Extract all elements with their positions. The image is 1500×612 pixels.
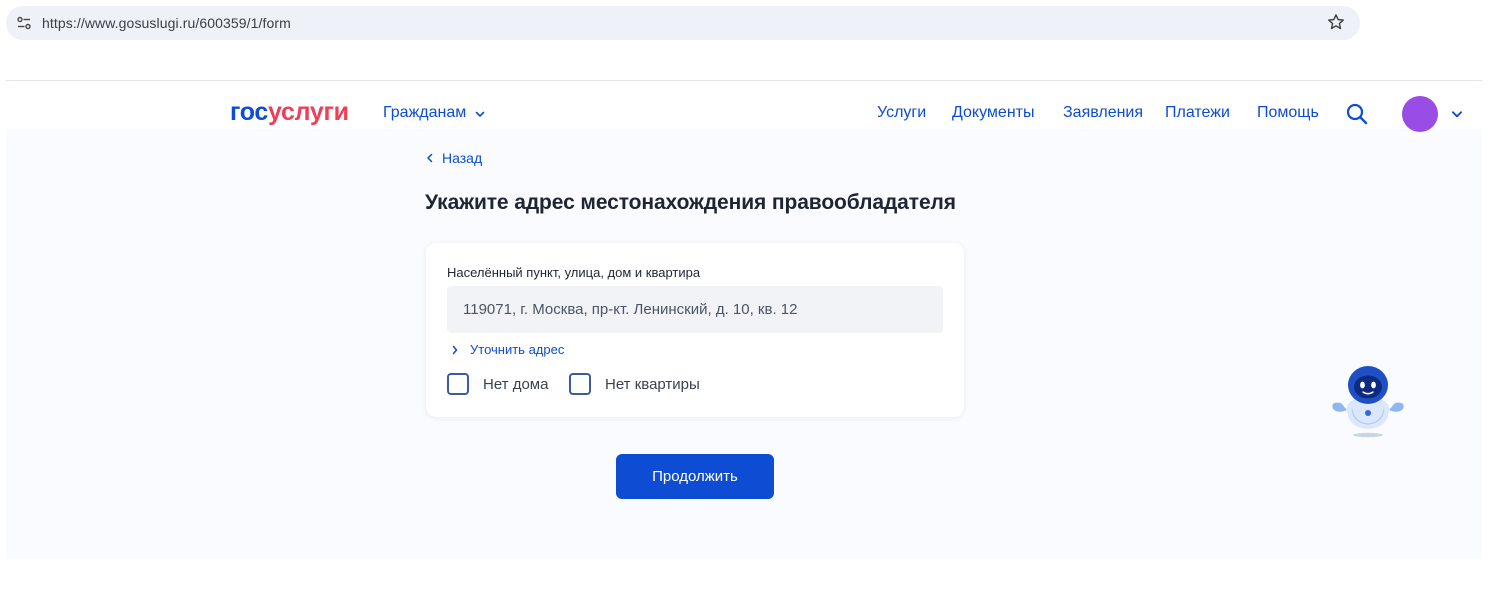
no-flat-label: Нет квартиры — [605, 375, 700, 393]
no-house-option[interactable]: Нет дома — [447, 373, 548, 395]
nav-services[interactable]: Услуги — [877, 104, 926, 122]
page-title: Укажите адрес местонахождения правооблад… — [425, 191, 956, 214]
nav-documents[interactable]: Документы — [952, 104, 1034, 122]
back-label: Назад — [442, 150, 483, 166]
no-house-label: Нет дома — [483, 375, 549, 393]
address-input[interactable] — [447, 286, 943, 333]
nav-help[interactable]: Помощь — [1257, 104, 1319, 122]
chevron-left-icon — [427, 153, 433, 163]
no-house-checkbox[interactable] — [447, 373, 469, 395]
citizens-menu[interactable]: Гражданам — [383, 104, 486, 122]
page-area: госуслуги Гражданам Услуги Документы Зая… — [6, 81, 1482, 559]
logo-part-uslugi: услуги — [268, 98, 349, 126]
url-text[interactable]: https://www.gosuslugi.ru/600359/1/form — [42, 15, 291, 31]
continue-button[interactable]: Продолжить — [616, 454, 774, 499]
back-link[interactable]: Назад — [426, 150, 482, 166]
site-info-icon[interactable] — [16, 15, 32, 31]
no-flat-checkbox[interactable] — [569, 373, 591, 395]
star-icon[interactable] — [1326, 12, 1346, 32]
address-field-label: Населённый пункт, улица, дом и квартира — [447, 265, 701, 280]
citizens-label: Гражданам — [383, 104, 467, 121]
chevron-down-icon — [475, 111, 485, 117]
nav-payments[interactable]: Платежи — [1165, 104, 1230, 122]
refine-address-link[interactable]: Уточнить адрес — [452, 342, 564, 357]
assistant-robot-icon[interactable] — [1328, 363, 1408, 439]
browser-toolbar: https://www.gosuslugi.ru/600359/1/form — [0, 0, 1500, 46]
logo-part-gos: гос — [230, 98, 269, 126]
gosuslugi-logo[interactable]: госуслуги — [230, 98, 349, 127]
search-icon[interactable] — [1345, 102, 1369, 126]
no-flat-option[interactable]: Нет квартиры — [569, 373, 700, 395]
user-avatar[interactable] — [1402, 96, 1438, 132]
nav-applications[interactable]: Заявления — [1063, 104, 1143, 122]
refine-address-label: Уточнить адрес — [470, 342, 565, 357]
site-header: госуслуги Гражданам Услуги Документы Зая… — [6, 81, 1482, 132]
chevron-right-icon — [452, 345, 458, 354]
address-card: Населённый пункт, улица, дом и квартира … — [426, 243, 964, 417]
address-bar[interactable]: https://www.gosuslugi.ru/600359/1/form — [6, 6, 1360, 40]
chevron-down-icon[interactable] — [1450, 107, 1464, 121]
